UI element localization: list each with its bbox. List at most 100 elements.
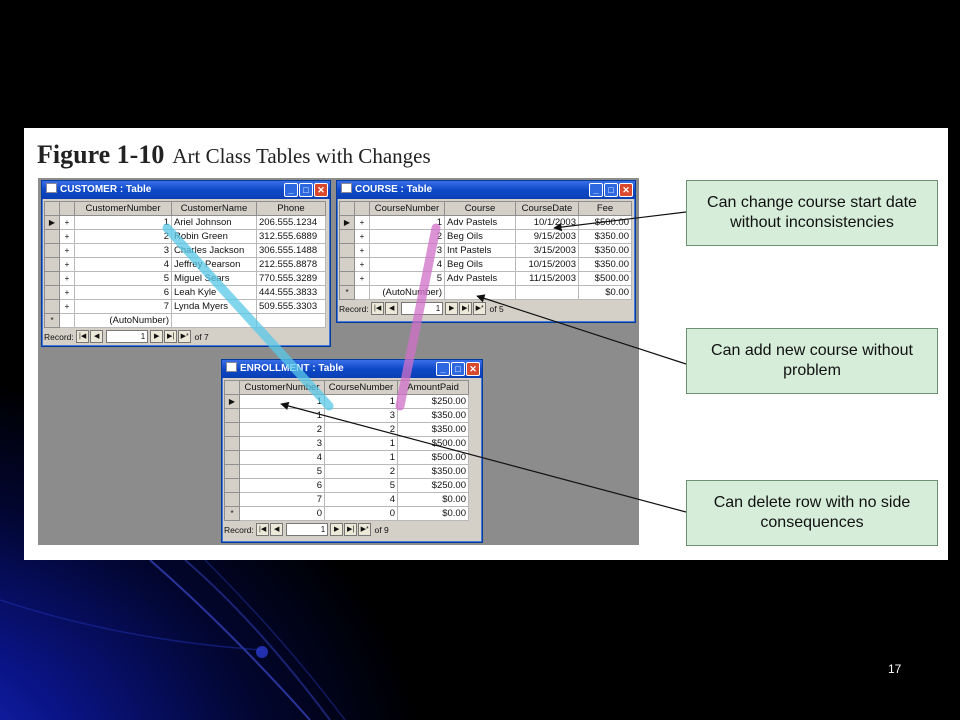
column-header[interactable]: CourseNumber: [369, 201, 445, 216]
table-row[interactable]: + 3 Charles Jackson 306.555.1488: [44, 243, 326, 258]
cell[interactable]: Ariel Johnson: [171, 215, 257, 230]
cell[interactable]: (AutoNumber): [74, 313, 172, 328]
cell[interactable]: $500.00: [578, 271, 632, 286]
row-selector[interactable]: [224, 422, 240, 437]
new-record-icon[interactable]: *: [339, 285, 355, 300]
new-record-button[interactable]: ▶*: [358, 523, 372, 536]
cell[interactable]: 9/15/2003: [515, 229, 579, 244]
cell[interactable]: Int Pastels: [444, 243, 516, 258]
course-table-window[interactable]: COURSE : Table _ □ ✕ CourseNumber Course C…: [336, 180, 636, 323]
record-number-input[interactable]: 1: [401, 302, 444, 315]
cell[interactable]: 1: [324, 394, 398, 409]
next-record-button[interactable]: ▶: [445, 302, 459, 315]
cell[interactable]: 770.555.3289: [256, 271, 326, 286]
cell[interactable]: $500.00: [397, 436, 469, 451]
cell[interactable]: 306.555.1488: [256, 243, 326, 258]
cell[interactable]: 2: [369, 229, 445, 244]
row-selector[interactable]: [224, 492, 240, 507]
prev-record-button[interactable]: ◀: [385, 302, 399, 315]
column-header[interactable]: Fee: [578, 201, 632, 216]
cell[interactable]: 3/15/2003: [515, 243, 579, 258]
expand-icon[interactable]: +: [354, 215, 370, 230]
next-record-button[interactable]: ▶: [330, 523, 344, 536]
column-header[interactable]: CustomerName: [171, 201, 257, 216]
table-row[interactable]: ▶ 1 1 $250.00: [224, 394, 469, 409]
table-row[interactable]: ▶ + 1 Adv Pastels 10/1/2003 $500.00: [339, 215, 632, 230]
enrollment-window-titlebar[interactable]: ENROLLMENT : Table _ □ ✕: [222, 360, 482, 378]
cell[interactable]: 4: [239, 450, 325, 465]
minimize-button[interactable]: _: [589, 183, 603, 197]
cell[interactable]: Adv Pastels: [444, 215, 516, 230]
cell[interactable]: Miguel Sears: [171, 271, 257, 286]
cell[interactable]: 444.555.3833: [256, 285, 326, 300]
customer-table-window[interactable]: CUSTOMER : Table _ □ ✕ CustomerNumber Cust…: [41, 180, 331, 347]
cell[interactable]: 212.555.8878: [256, 257, 326, 272]
course-window-titlebar[interactable]: COURSE : Table _ □ ✕: [337, 181, 635, 199]
cell[interactable]: 7: [74, 299, 172, 314]
first-record-button[interactable]: |◀: [256, 523, 270, 536]
cell[interactable]: $250.00: [397, 394, 469, 409]
expand-icon[interactable]: +: [354, 243, 370, 258]
new-record-icon[interactable]: *: [224, 506, 240, 521]
cell[interactable]: 1: [74, 215, 172, 230]
cell[interactable]: Charles Jackson: [171, 243, 257, 258]
cell[interactable]: $350.00: [397, 422, 469, 437]
expand-icon[interactable]: +: [59, 257, 75, 272]
table-row[interactable]: 7 4 $0.00: [224, 492, 469, 507]
cell[interactable]: 2: [324, 464, 398, 479]
cell[interactable]: [515, 285, 579, 300]
next-record-button[interactable]: ▶: [150, 330, 164, 343]
last-record-button[interactable]: ▶|: [344, 523, 358, 536]
prev-record-button[interactable]: ◀: [90, 330, 104, 343]
cell[interactable]: 1: [239, 408, 325, 423]
cell[interactable]: 4: [369, 257, 445, 272]
expand-icon[interactable]: +: [59, 215, 75, 230]
cell[interactable]: $350.00: [578, 257, 632, 272]
cell[interactable]: 7: [239, 492, 325, 507]
cell[interactable]: $0.00: [578, 285, 632, 300]
cell[interactable]: $350.00: [578, 229, 632, 244]
close-button[interactable]: ✕: [466, 362, 480, 376]
minimize-button[interactable]: _: [436, 362, 450, 376]
cell[interactable]: 10/1/2003: [515, 215, 579, 230]
column-header[interactable]: CustomerNumber: [239, 380, 325, 395]
cell[interactable]: $350.00: [397, 408, 469, 423]
new-record-icon[interactable]: *: [44, 313, 60, 328]
maximize-button[interactable]: □: [451, 362, 465, 376]
row-selector[interactable]: [224, 450, 240, 465]
enrollment-table-window[interactable]: ENROLLMENT : Table _ □ ✕ CustomerNumber Co…: [221, 359, 483, 543]
cell[interactable]: [444, 285, 516, 300]
row-selector[interactable]: [44, 229, 60, 244]
row-selector[interactable]: [44, 271, 60, 286]
table-row[interactable]: + 5 Adv Pastels 11/15/2003 $500.00: [339, 271, 632, 286]
table-row[interactable]: 5 2 $350.00: [224, 464, 469, 479]
table-row[interactable]: 3 1 $500.00: [224, 436, 469, 451]
record-number-input[interactable]: 1: [106, 330, 149, 343]
cell[interactable]: 2: [324, 422, 398, 437]
cell[interactable]: Lynda Myers: [171, 299, 257, 314]
expand-icon[interactable]: +: [354, 257, 370, 272]
cell[interactable]: 6: [74, 285, 172, 300]
table-row[interactable]: ▶ + 1 Ariel Johnson 206.555.1234: [44, 215, 326, 230]
cell[interactable]: $350.00: [397, 464, 469, 479]
cell[interactable]: 3: [74, 243, 172, 258]
cell[interactable]: 4: [74, 257, 172, 272]
expand-icon[interactable]: +: [354, 229, 370, 244]
new-record-button[interactable]: ▶*: [473, 302, 487, 315]
last-record-button[interactable]: ▶|: [164, 330, 178, 343]
cell[interactable]: Robin Green: [171, 229, 257, 244]
cell[interactable]: 5: [324, 478, 398, 493]
row-selector[interactable]: [44, 299, 60, 314]
cell[interactable]: 2: [74, 229, 172, 244]
table-row[interactable]: + 6 Leah Kyle 444.555.3833: [44, 285, 326, 300]
column-header[interactable]: Phone: [256, 201, 326, 216]
cell[interactable]: $500.00: [578, 215, 632, 230]
maximize-button[interactable]: □: [299, 183, 313, 197]
column-header[interactable]: CourseDate: [515, 201, 579, 216]
current-record-arrow-icon[interactable]: ▶: [44, 215, 60, 230]
cell[interactable]: $0.00: [397, 492, 469, 507]
cell[interactable]: Beg Oils: [444, 229, 516, 244]
cell[interactable]: Beg Oils: [444, 257, 516, 272]
cell[interactable]: $250.00: [397, 478, 469, 493]
record-number-input[interactable]: 1: [286, 523, 329, 536]
